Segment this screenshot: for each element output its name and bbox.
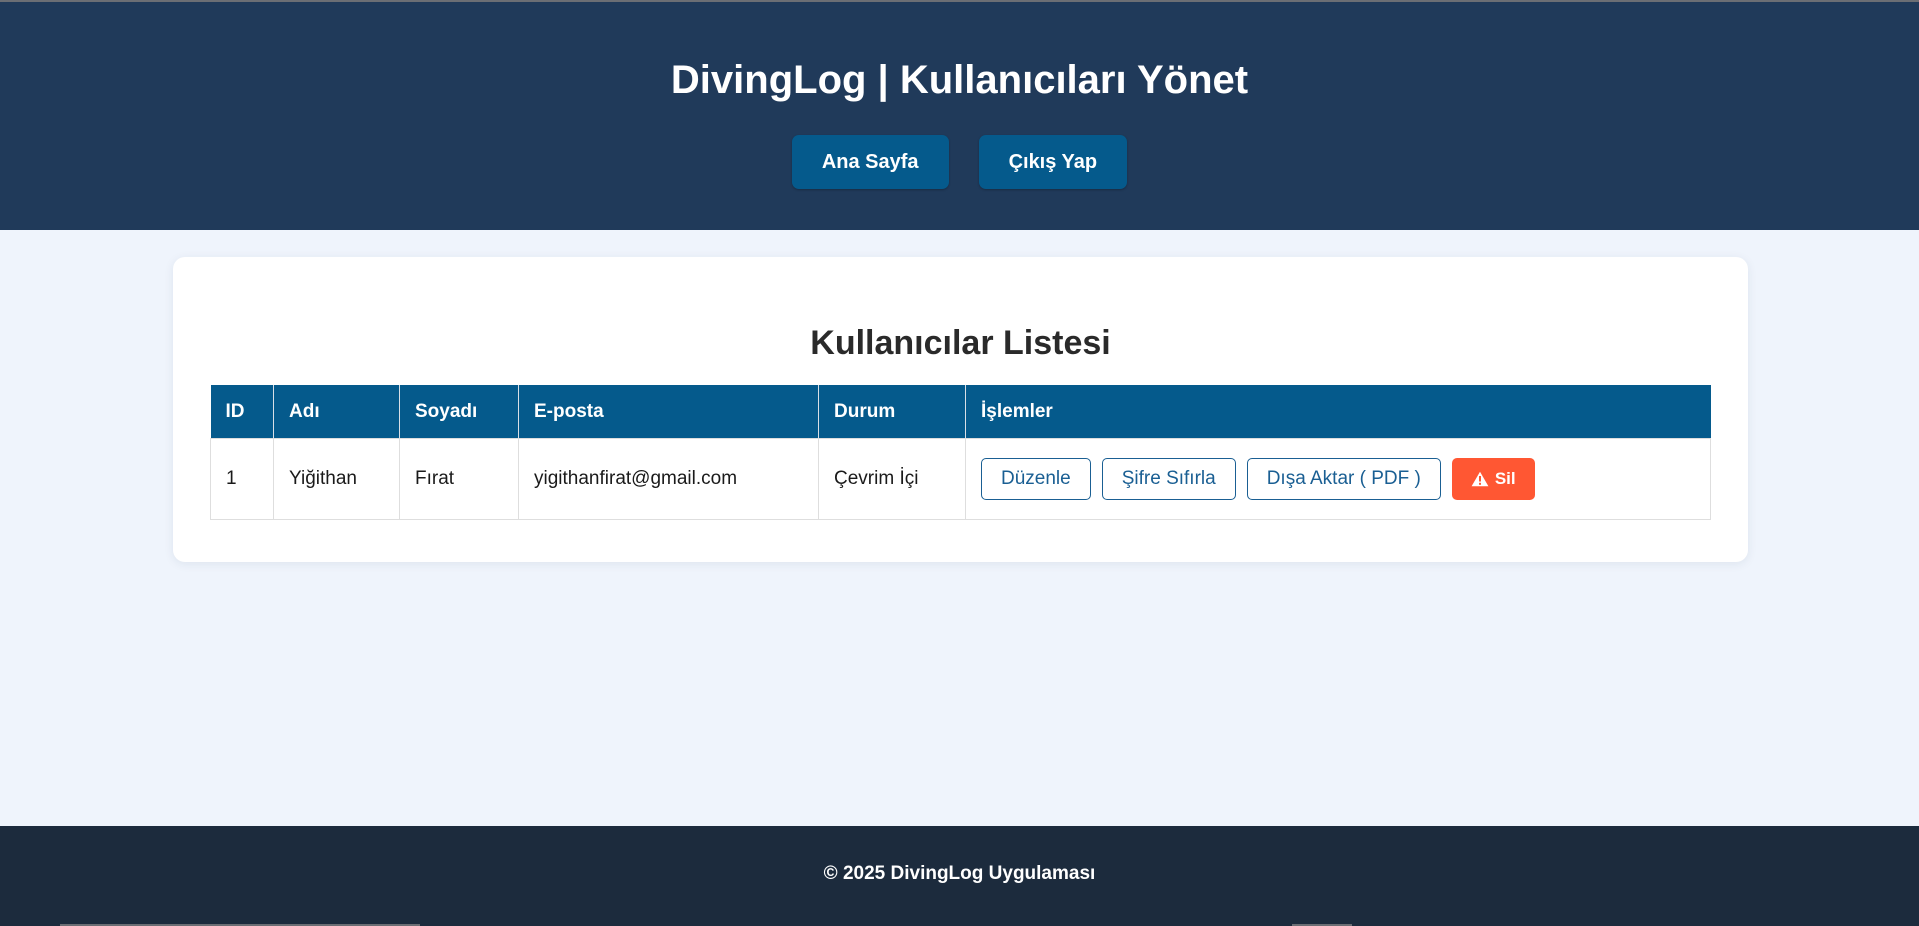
cell-status: Çevrim İçi: [818, 438, 966, 520]
users-list-title: Kullanıcılar Listesi: [810, 324, 1111, 362]
page-title: DivingLog | Kullanıcıları Yönet: [670, 58, 1249, 102]
warning-icon: [1471, 471, 1489, 487]
home-button[interactable]: Ana Sayfa: [791, 135, 949, 189]
column-header-last-name: Soyadı: [399, 385, 519, 439]
logout-button[interactable]: Çıkış Yap: [978, 135, 1128, 189]
footer-copyright: © 2025 DivingLog Uygulaması: [823, 863, 1096, 884]
column-header-email: E-posta: [518, 385, 819, 439]
cell-email: yigithanfirat@gmail.com: [518, 438, 819, 520]
table-header-row: ID Adı Soyadı E-posta Durum İşlemler: [210, 385, 1711, 439]
users-table: ID Adı Soyadı E-posta Durum İşlemler 1 Y…: [210, 385, 1711, 520]
page-header: DivingLog | Kullanıcıları Yönet Ana Sayf…: [0, 2, 1919, 230]
header-nav: Ana Sayfa Çıkış Yap: [0, 135, 1919, 189]
cell-last-name: Fırat: [399, 438, 519, 520]
cell-actions: Düzenle Şifre Sıfırla Dışa Aktar ( PDF )…: [965, 438, 1711, 520]
cell-first-name: Yiğithan: [273, 438, 400, 520]
column-header-actions: İşlemler: [965, 385, 1711, 439]
cell-id: 1: [210, 438, 274, 520]
edit-button[interactable]: Düzenle: [981, 458, 1091, 500]
table-row: 1 Yiğithan Fırat yigithanfirat@gmail.com…: [210, 438, 1711, 520]
row-actions: Düzenle Şifre Sıfırla Dışa Aktar ( PDF )…: [981, 458, 1695, 500]
users-card: Kullanıcılar Listesi ID Adı Soyadı E-pos…: [173, 257, 1748, 562]
export-pdf-button[interactable]: Dışa Aktar ( PDF ): [1246, 458, 1441, 500]
column-header-first-name: Adı: [273, 385, 400, 439]
page-footer: © 2025 DivingLog Uygulaması: [0, 826, 1919, 926]
delete-label: Sil: [1494, 469, 1516, 488]
delete-button[interactable]: Sil: [1451, 458, 1535, 500]
main-content: Kullanıcılar Listesi ID Adı Soyadı E-pos…: [0, 230, 1919, 826]
reset-password-button[interactable]: Şifre Sıfırla: [1101, 458, 1236, 500]
column-header-id: ID: [210, 385, 274, 439]
column-header-status: Durum: [818, 385, 966, 439]
